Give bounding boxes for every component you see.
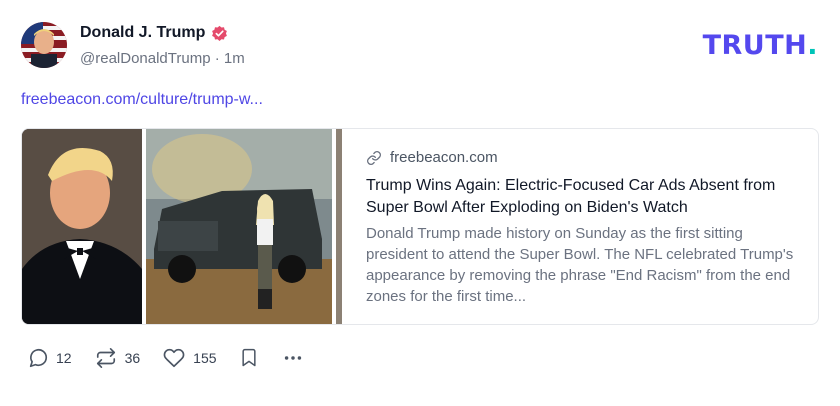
logo-dot: . [807, 30, 818, 61]
card-image [22, 129, 342, 324]
reply-icon [29, 349, 48, 368]
logo-text: TRUTH [702, 30, 808, 61]
post-link[interactable]: freebeacon.com/culture/trump-w... [21, 91, 263, 109]
display-name[interactable]: Donald J. Trump [80, 24, 205, 42]
repost-count: 36 [124, 350, 141, 366]
verified-badge-icon [212, 25, 228, 41]
card-title[interactable]: Trump Wins Again: Electric-Focused Car A… [366, 175, 794, 219]
reply-count: 12 [56, 350, 72, 366]
reply-button[interactable]: 12 [27, 347, 72, 369]
repost-icon [96, 348, 115, 368]
card-description: Donald Trump made history on Sunday as t… [366, 225, 794, 305]
like-button[interactable]: 155 [162, 347, 217, 369]
card-body: freebeacon.com Trump Wins Again: Electri… [342, 129, 818, 324]
card-source: freebeacon.com [390, 149, 498, 166]
truth-logo[interactable]: TRUTH. [703, 30, 818, 61]
author-name-row: Donald J. Trump [80, 24, 228, 42]
link-preview-card[interactable]: freebeacon.com Trump Wins Again: Electri… [21, 128, 819, 325]
bookmark-icon [241, 348, 256, 367]
more-icon [284, 356, 301, 360]
avatar[interactable] [21, 22, 67, 68]
separator: · [214, 50, 220, 67]
handle-row: @realDonaldTrump · 1m [80, 50, 245, 67]
handle[interactable]: @realDonaldTrump [80, 50, 211, 67]
like-count: 155 [193, 350, 217, 366]
action-bar: 12 36 155 [27, 347, 327, 369]
card-source-row: freebeacon.com [366, 149, 794, 166]
more-button[interactable] [281, 347, 305, 369]
repost-button[interactable]: 36 [94, 347, 141, 369]
link-icon [367, 150, 381, 165]
bookmark-button[interactable] [239, 347, 259, 369]
timestamp[interactable]: 1m [224, 50, 245, 67]
like-icon [163, 348, 185, 368]
